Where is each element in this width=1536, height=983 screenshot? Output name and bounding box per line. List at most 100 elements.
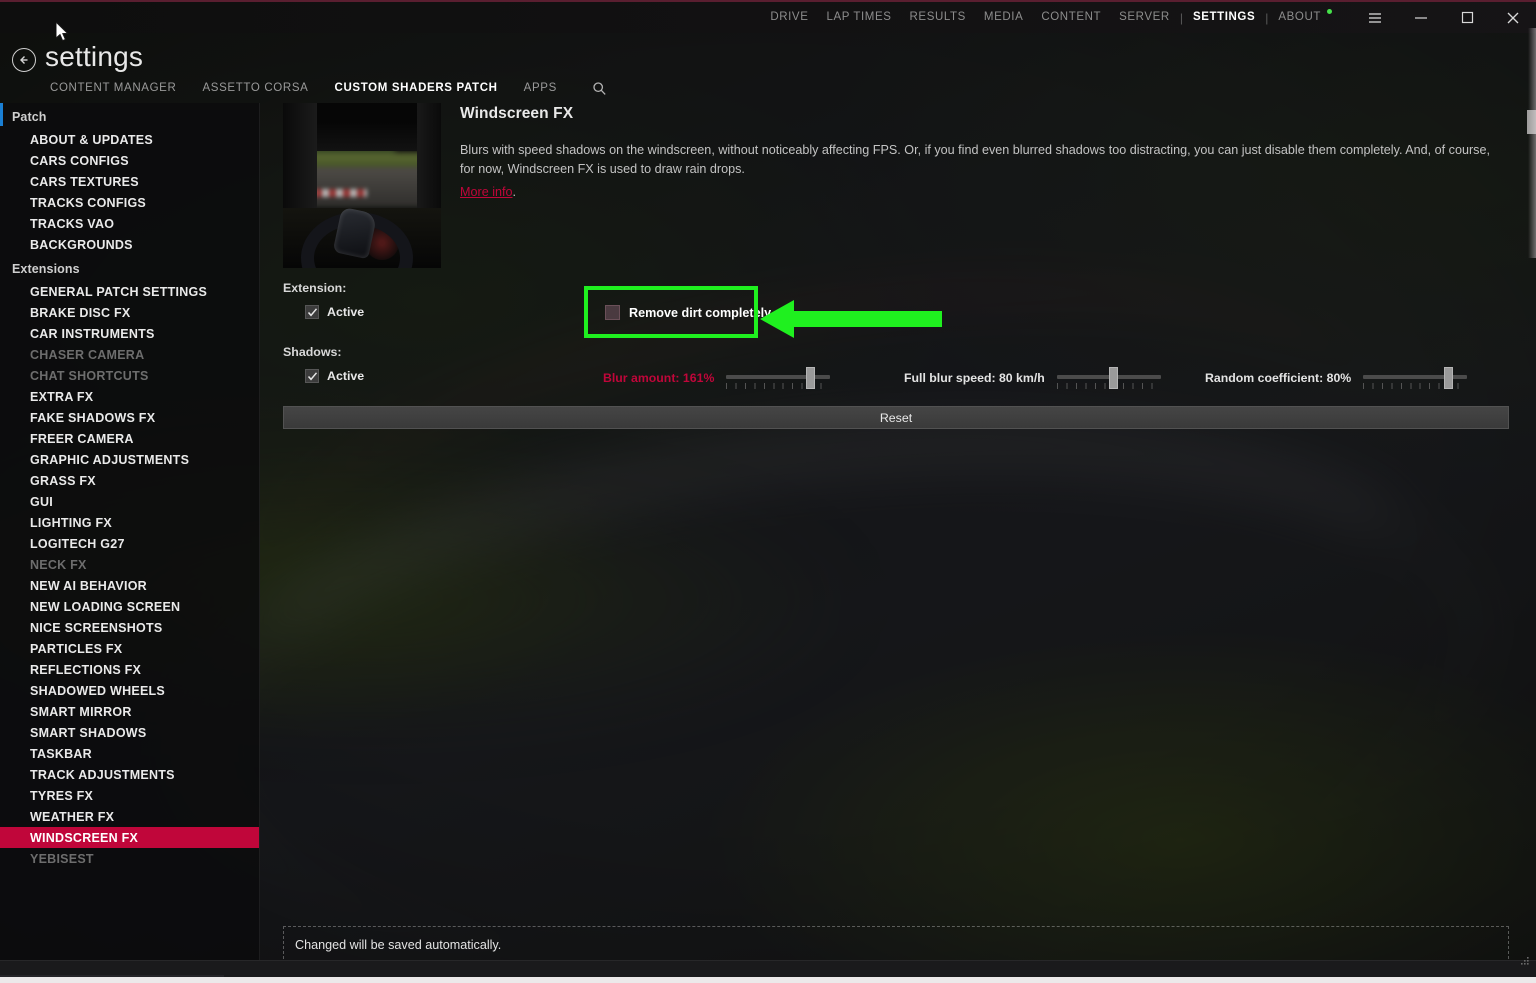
sidebar-item-graphic-adjustments[interactable]: GRAPHIC ADJUSTMENTS [0,449,259,470]
tab-apps[interactable]: APPS [511,77,570,99]
search-icon[interactable] [592,81,607,96]
more-info-period: . [512,185,517,199]
slider-thumb[interactable] [806,367,816,389]
maximize-icon[interactable] [1444,1,1490,34]
sidebar-item-reflections-fx[interactable]: REFLECTIONS FX [0,659,259,680]
tab-assetto-corsa[interactable]: ASSETTO CORSA [189,77,321,99]
reset-button[interactable]: Reset [283,406,1509,429]
shadows-active-label: Active [327,369,365,383]
nav-content[interactable]: CONTENT [1032,1,1110,34]
section-description: Blurs with speed shadows on the windscre… [460,143,1490,176]
sidebar-item-logitech-g27[interactable]: LOGITECH G27 [0,533,259,554]
blur-amount-label: Blur amount: 161% [603,371,715,385]
sidebar[interactable]: Patch ABOUT & UPDATES CARS CONFIGS CARS … [0,103,260,960]
sidebar-item-gui[interactable]: GUI [0,491,259,512]
sidebar-item-weather-fx[interactable]: WEATHER FX [0,806,259,827]
sidebar-item-smart-shadows[interactable]: SMART SHADOWS [0,722,259,743]
sidebar-item-neck-fx[interactable]: NECK FX [0,554,259,575]
resize-grip-icon[interactable] [1518,955,1530,973]
sidebar-item-chat-shortcuts[interactable]: CHAT SHORTCUTS [0,365,259,386]
unchecked-box-icon [605,305,620,320]
slider-thumb[interactable] [1444,367,1454,389]
desktop-taskbar-segment [0,975,224,977]
nav-about[interactable]: ABOUT [1269,11,1330,23]
mouse-cursor-icon [55,20,72,49]
minimize-icon[interactable] [1398,1,1444,34]
sidebar-item-freer-camera[interactable]: FREER CAMERA [0,428,259,449]
sidebar-item-fake-shadows-fx[interactable]: FAKE SHADOWS FX [0,407,259,428]
nav-media[interactable]: MEDIA [975,1,1032,34]
random-coefficient-slider-row: Random coefficient: 80% [1205,365,1479,391]
sidebar-item-car-instruments[interactable]: CAR INSTRUMENTS [0,323,259,344]
sidebar-item-brake-disc-fx[interactable]: BRAKE DISC FX [0,302,259,323]
sidebar-item-taskbar[interactable]: TASKBAR [0,743,259,764]
sidebar-item-backgrounds[interactable]: BACKGROUNDS [0,234,259,255]
desktop-taskbar [0,977,1536,983]
extension-active-checkbox[interactable]: Active [305,305,364,319]
nav-settings[interactable]: SETTINGS [1184,1,1264,34]
more-info-row: More info. [460,185,516,199]
title-bar: DRIVE LAP TIMES RESULTS MEDIA CONTENT SE… [0,0,1536,33]
slider-thumb[interactable] [1108,367,1118,389]
extension-label: Extension: [283,281,347,295]
sidebar-item-yebisest[interactable]: YEBISEST [0,848,259,869]
about-update-dot-icon [1327,9,1332,14]
background-window-edge [1528,28,1536,258]
background-window-edge-highlight [1527,110,1536,134]
sidebar-item-lighting-fx[interactable]: LIGHTING FX [0,512,259,533]
sidebar-item-new-ai-behavior[interactable]: NEW AI BEHAVIOR [0,575,259,596]
sidebar-item-general-patch-settings[interactable]: GENERAL PATCH SETTINGS [0,281,259,302]
sidebar-item-shadowed-wheels[interactable]: SHADOWED WHEELS [0,680,259,701]
status-text: Changed will be saved automatically. [295,938,502,952]
settings-tabs: CONTENT MANAGER ASSETTO CORSA CUSTOM SHA… [50,77,607,99]
checkmark-icon [305,369,319,383]
remove-dirt-completely-label: Remove dirt completely [629,305,772,320]
checkmark-icon [305,305,319,319]
preview-thumbnail [283,103,441,268]
sidebar-item-tyres-fx[interactable]: TYRES FX [0,785,259,806]
sidebar-item-smart-mirror[interactable]: SMART MIRROR [0,701,259,722]
tab-content-manager[interactable]: CONTENT MANAGER [50,77,189,99]
sidebar-item-grass-fx[interactable]: GRASS FX [0,470,259,491]
nav-about-wrapper: ABOUT [1269,1,1334,34]
sidebar-item-tracks-configs[interactable]: TRACKS CONFIGS [0,192,259,213]
sidebar-group-extensions: Extensions [12,262,80,276]
shadows-active-checkbox[interactable]: Active [305,369,364,383]
hamburger-icon[interactable] [1352,1,1398,34]
sidebar-item-chaser-camera[interactable]: CHASER CAMERA [0,344,259,365]
status-bar: Changed will be saved automatically. [283,926,1509,964]
nav-server[interactable]: SERVER [1110,1,1179,34]
sidebar-item-about-updates[interactable]: ABOUT & UPDATES [0,129,259,150]
sidebar-item-cars-configs[interactable]: CARS CONFIGS [0,150,259,171]
sidebar-item-windscreen-fx[interactable]: WINDSCREEN FX [0,827,259,848]
tab-custom-shaders-patch[interactable]: CUSTOM SHADERS PATCH [321,77,510,99]
shadows-label: Shadows: [283,345,342,359]
main-content: Windscreen FX Blurs with speed shadows o… [260,103,1536,964]
sidebar-item-nice-screenshots[interactable]: NICE SCREENSHOTS [0,617,259,638]
random-coefficient-slider[interactable] [1363,365,1468,391]
sidebar-item-cars-textures[interactable]: CARS TEXTURES [0,171,259,192]
nav-results[interactable]: RESULTS [901,1,975,34]
sidebar-group-patch: Patch [12,110,47,124]
full-blur-speed-slider-row: Full blur speed: 80 km/h [904,365,1173,391]
page-header: settings CONTENT MANAGER ASSETTO CORSA C… [0,33,1536,103]
remove-dirt-completely-checkbox[interactable]: Remove dirt completely [605,305,771,320]
background-window-accent [0,104,3,126]
sidebar-item-tracks-vao[interactable]: TRACKS VAO [0,213,259,234]
random-coefficient-label: Random coefficient: 80% [1205,371,1352,385]
extension-active-label: Active [327,305,365,319]
back-arrow-icon[interactable] [12,48,36,72]
more-info-link[interactable]: More info [460,185,513,199]
sidebar-item-particles-fx[interactable]: PARTICLES FX [0,638,259,659]
blur-amount-slider-row: Blur amount: 161% [603,365,842,391]
sidebar-item-track-adjustments[interactable]: TRACK ADJUSTMENTS [0,764,259,785]
window-bottom-frame [0,960,1536,977]
sidebar-item-new-loading-screen[interactable]: NEW LOADING SCREEN [0,596,259,617]
window-controls [1352,1,1536,34]
top-navigation: DRIVE LAP TIMES RESULTS MEDIA CONTENT SE… [761,1,1334,34]
nav-drive[interactable]: DRIVE [761,1,817,34]
full-blur-speed-slider[interactable] [1056,365,1161,391]
nav-lap-times[interactable]: LAP TIMES [817,1,900,34]
blur-amount-slider[interactable] [726,365,831,391]
sidebar-item-extra-fx[interactable]: EXTRA FX [0,386,259,407]
